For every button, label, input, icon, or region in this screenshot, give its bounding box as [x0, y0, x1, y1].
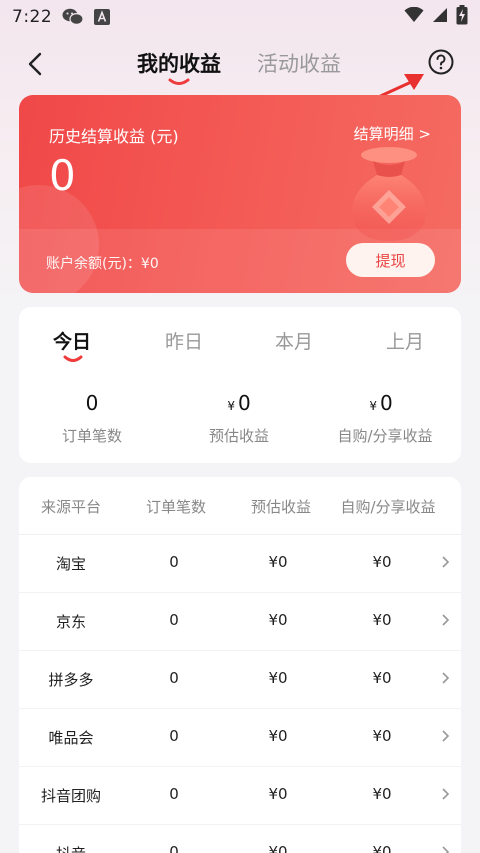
stat-orders-value: 0	[85, 391, 99, 415]
period-tab-this-month[interactable]: 本月	[275, 327, 313, 354]
stat-orders: 0	[22, 391, 162, 415]
row-orders: 0	[169, 785, 179, 803]
row-orders: 0	[169, 727, 179, 745]
money-bag-icon	[352, 147, 426, 241]
chevron-right-icon	[442, 556, 450, 568]
table-row-jd[interactable]: 京东 0 ¥0 ¥0	[19, 593, 461, 651]
stat-estimated-label: 预估收益	[208, 427, 269, 445]
table-header: 来源平台 订单笔数 预估收益 自购/分享收益	[19, 477, 461, 535]
settlement-detail-link[interactable]: 结算明细 >	[354, 123, 431, 144]
row-estimated: ¥0	[268, 611, 288, 629]
row-estimated: ¥0	[268, 553, 288, 571]
a-app-icon	[94, 9, 111, 25]
card-title: 历史结算收益 (元)	[49, 127, 179, 146]
row-orders: 0	[169, 843, 179, 853]
period-tab-today[interactable]: 今日	[53, 327, 91, 354]
stat-estimated: ¥0	[169, 391, 309, 415]
stat-self-share-value: 0	[379, 391, 393, 415]
col-orders: 订单笔数	[145, 498, 206, 516]
tab-underline	[168, 78, 190, 85]
row-platform: 拼多多	[48, 671, 94, 689]
row-self-share: ¥0	[372, 553, 392, 571]
tab-my-earnings[interactable]: 我的收益	[137, 48, 221, 78]
withdraw-button[interactable]: 提现	[346, 243, 435, 277]
row-self-share: ¥0	[372, 785, 392, 803]
chevron-right-icon	[442, 730, 450, 742]
period-tab-underline	[63, 355, 83, 362]
table-row-taobao[interactable]: 淘宝 0 ¥0 ¥0	[19, 535, 461, 593]
table-row-douyin[interactable]: 抖音 0 ¥0 ¥0	[19, 825, 461, 853]
period-summary-card: 今日 昨日 本月 上月 0 ¥0 ¥0 订单笔数 预估收益 自购/分享收益	[19, 307, 461, 463]
stat-self-share-label: 自购/分享收益	[337, 427, 433, 445]
row-estimated: ¥0	[268, 727, 288, 745]
earnings-amount: 0	[49, 151, 76, 200]
status-bar: 7:22	[0, 0, 480, 34]
col-platform: 来源平台	[40, 498, 101, 516]
chevron-right-icon	[442, 788, 450, 800]
row-estimated: ¥0	[268, 843, 288, 853]
account-balance: 账户余额(元)：¥0	[46, 256, 159, 272]
stat-self-share: ¥0	[311, 391, 451, 415]
row-platform: 淘宝	[55, 555, 86, 573]
row-platform: 抖音团购	[40, 787, 101, 805]
earnings-card: 历史结算收益 (元) 结算明细 > 0 账户余额(元)：¥0 提现	[19, 95, 461, 293]
row-platform: 抖音	[19, 843, 126, 853]
status-time: 7:22	[12, 7, 53, 27]
row-self-share: ¥0	[372, 727, 392, 745]
row-orders: 0	[169, 553, 179, 571]
chevron-right-icon	[442, 846, 450, 853]
row-self-share: ¥0	[372, 669, 392, 687]
platform-table: 来源平台 订单笔数 预估收益 自购/分享收益 淘宝 0 ¥0 ¥0 京东 0 ¥…	[19, 477, 461, 853]
row-platform: 唯品会	[48, 729, 94, 747]
row-estimated: ¥0	[268, 785, 288, 803]
row-platform: 京东	[55, 613, 86, 631]
battery-charging-icon	[456, 4, 468, 30]
row-estimated: ¥0	[268, 669, 288, 687]
col-self-share: 自购/分享收益	[340, 498, 436, 516]
stat-estimated-currency: ¥	[227, 399, 235, 413]
row-self-share: ¥0	[372, 611, 392, 629]
table-row-douyin-group[interactable]: 抖音团购 0 ¥0 ¥0	[19, 767, 461, 825]
col-estimated: 预估收益	[250, 498, 311, 516]
row-orders: 0	[169, 611, 179, 629]
stat-estimated-value: 0	[237, 391, 251, 415]
row-self-share: ¥0	[372, 843, 392, 853]
back-button[interactable]	[22, 50, 50, 78]
period-tab-yesterday[interactable]: 昨日	[165, 327, 203, 354]
chevron-right-icon	[442, 672, 450, 684]
signal-icon	[432, 7, 448, 28]
table-row-pinduoduo[interactable]: 拼多多 0 ¥0 ¥0	[19, 651, 461, 709]
table-row-vipshop[interactable]: 唯品会 0 ¥0 ¥0	[19, 709, 461, 767]
period-tab-last-month[interactable]: 上月	[386, 327, 424, 354]
wifi-icon	[404, 6, 424, 28]
stat-self-share-currency: ¥	[369, 399, 377, 413]
row-orders: 0	[169, 669, 179, 687]
chevron-right-icon	[442, 614, 450, 626]
stat-orders-label: 订单笔数	[61, 427, 122, 445]
chevron-left-icon	[28, 52, 42, 76]
wechat-icon	[62, 8, 84, 26]
